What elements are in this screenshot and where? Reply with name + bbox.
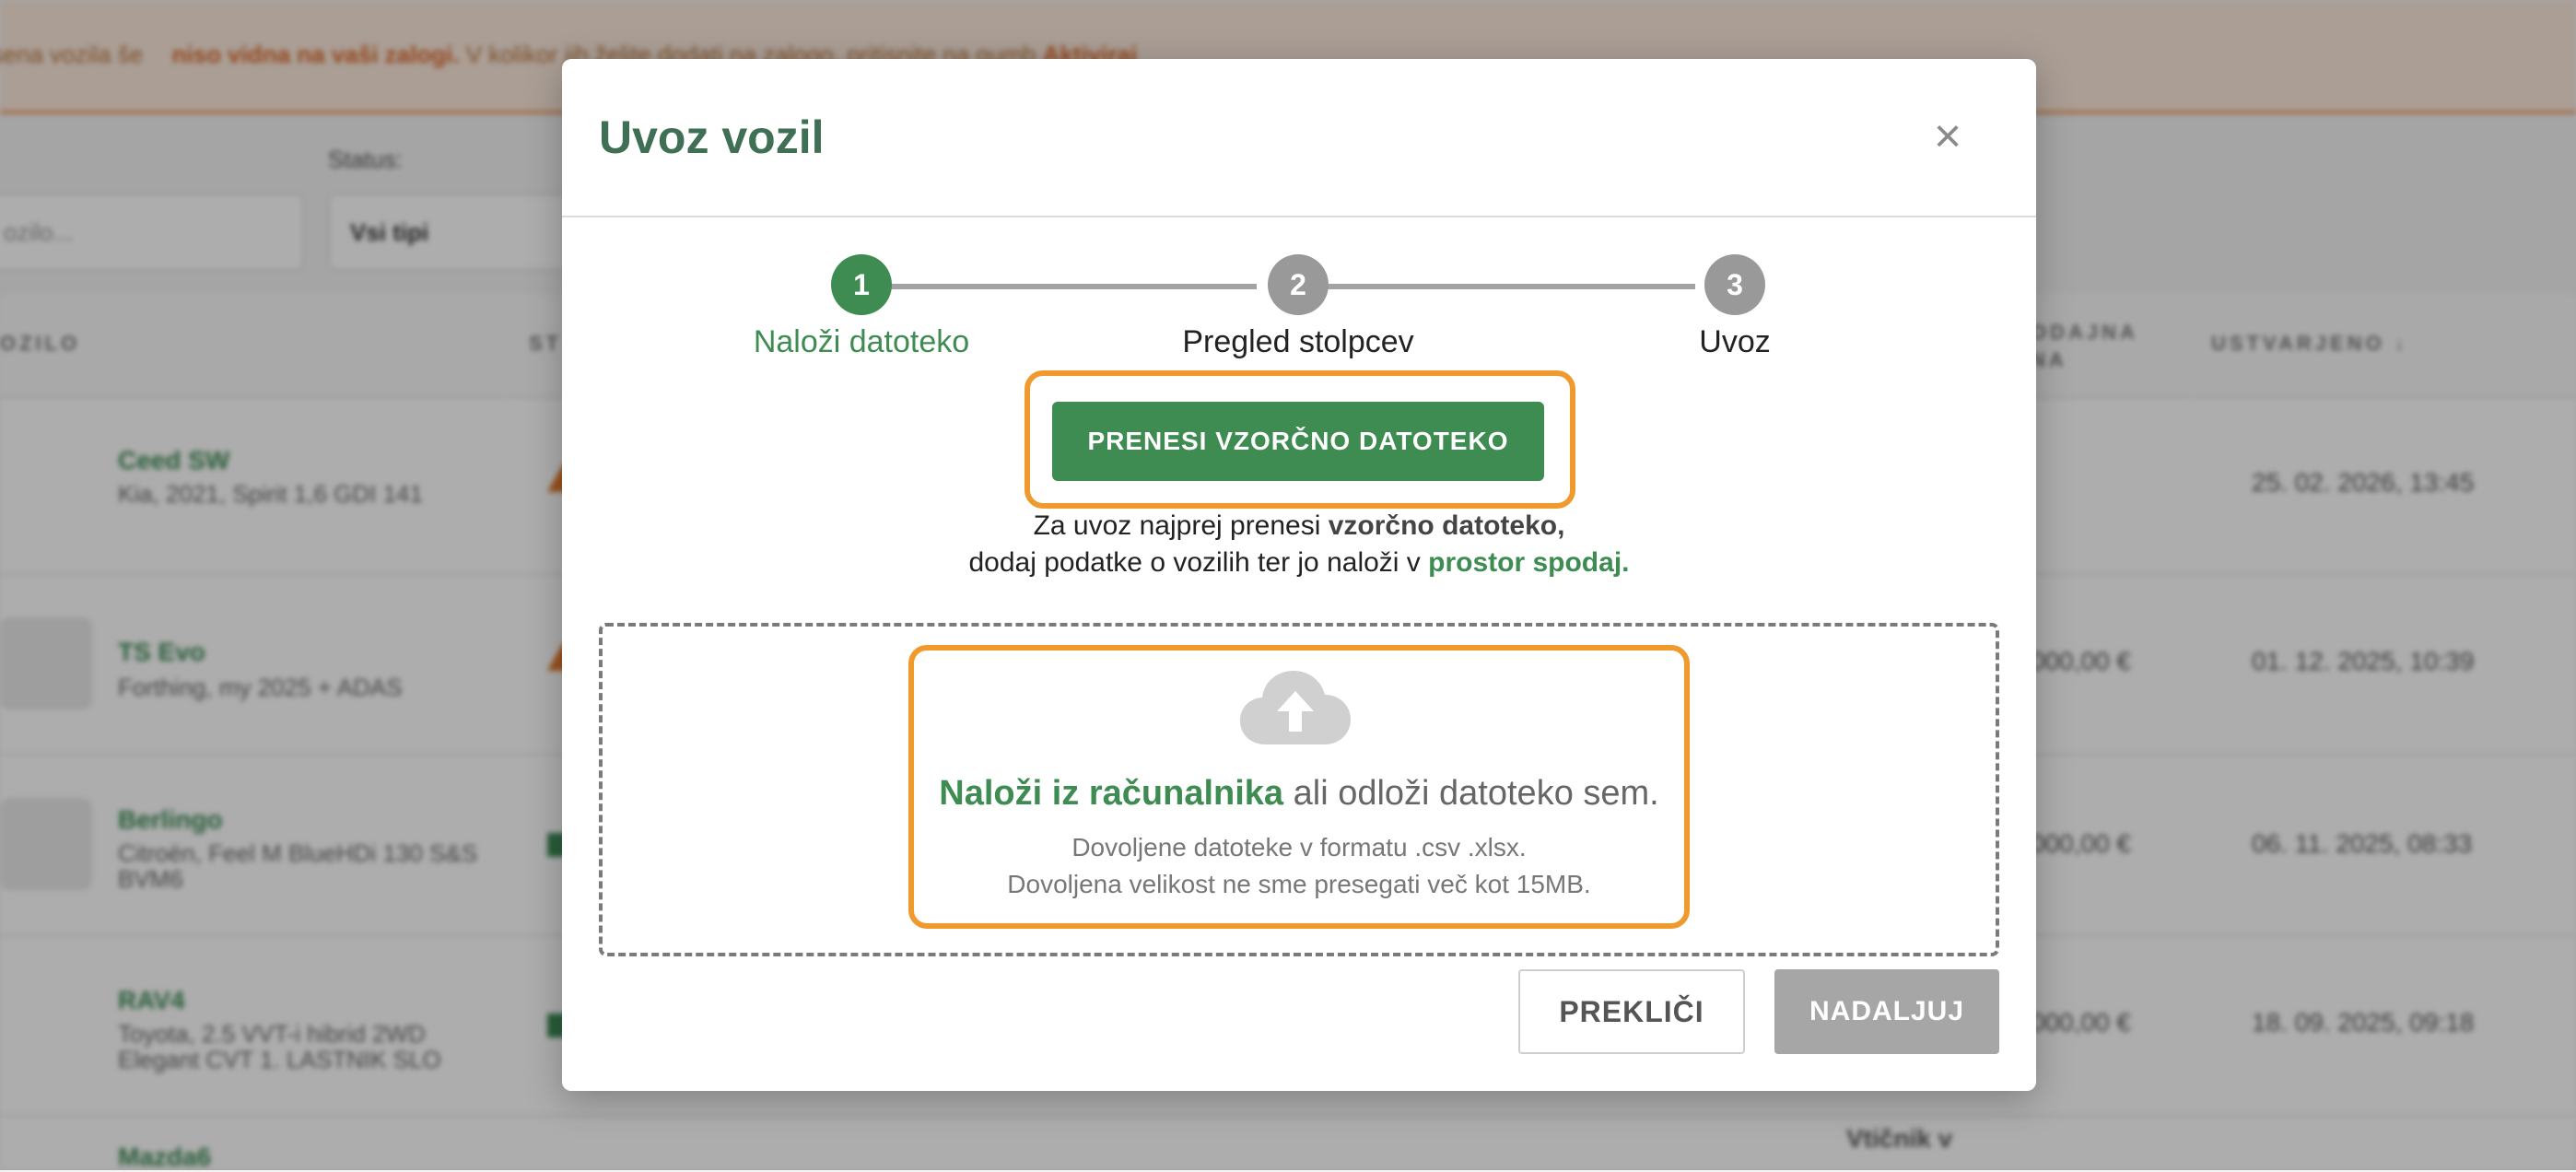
instructions-line-2: dodaj podatke o vozilih ter jo naloži v …: [968, 547, 1630, 578]
upload-from-computer-link[interactable]: Naloži iz računalnika: [939, 774, 1283, 813]
cancel-button[interactable]: PREKLIČI: [1518, 969, 1745, 1054]
close-icon[interactable]: ×: [1922, 111, 1973, 162]
size-hint: Dovoljena velikost ne sme presegati več …: [1007, 870, 1591, 898]
step-1-label: Naloži datoteko: [753, 324, 970, 359]
step-1-circle: 1: [831, 254, 892, 315]
step-3-circle: 3: [1704, 254, 1765, 315]
space-below-link: prostor spodaj.: [1428, 547, 1630, 578]
upload-prompt: Naloži iz računalnika ali odloži datotek…: [939, 774, 1659, 813]
step-2-circle: 2: [1268, 254, 1329, 315]
download-sample-button[interactable]: PRENESI VZORČNO DATOTEKO: [1052, 402, 1544, 481]
header-divider: [562, 216, 2036, 217]
modal-title: Uvoz vozil: [599, 111, 825, 163]
import-vehicles-modal: Uvoz vozil × 1 2 3 Naloži datoteko Pregl…: [562, 59, 2036, 1091]
step-connector: [1299, 284, 1695, 289]
step-connector: [861, 284, 1257, 289]
step-2-label: Pregled stolpcev: [1182, 324, 1414, 359]
sample-file-link: vzorčno datoteko,: [1328, 510, 1565, 541]
step-3-label: Uvoz: [1699, 324, 1771, 359]
continue-button[interactable]: NADALJUJ: [1774, 969, 1999, 1054]
cloud-upload-icon: [1240, 671, 1351, 744]
instructions-line-1: Za uvoz najprej prenesi vzorčno datoteko…: [1033, 510, 1565, 541]
formats-hint: Dovoljene datoteke v formatu .csv .xlsx.: [1071, 833, 1527, 861]
